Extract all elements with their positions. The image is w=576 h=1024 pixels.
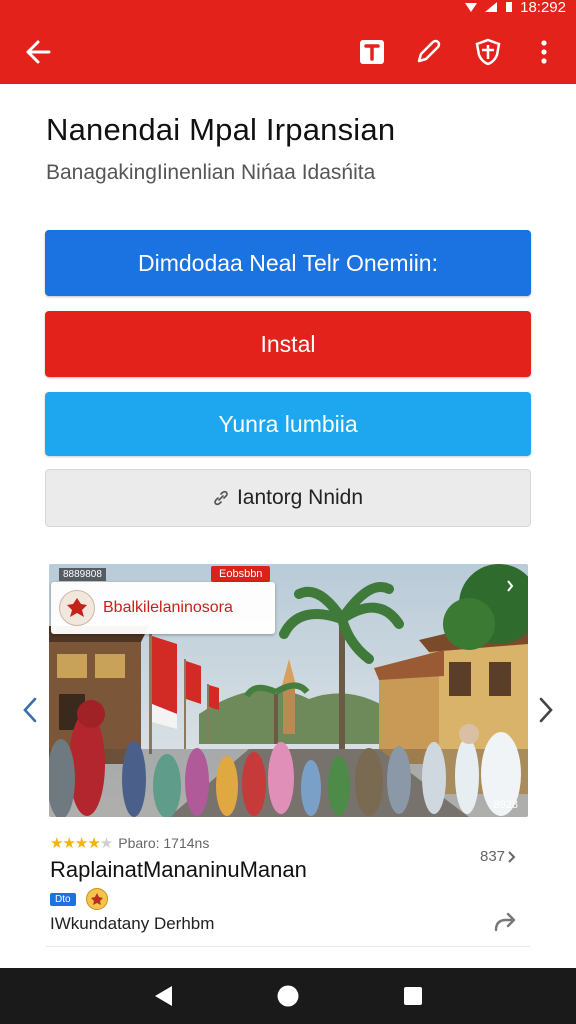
- arrow-back-icon[interactable]: [22, 36, 54, 68]
- carousel-next-button[interactable]: [534, 690, 558, 730]
- home-circle-icon[interactable]: [272, 980, 304, 1012]
- install-button[interactable]: Instal: [45, 311, 531, 377]
- rating-row: ★★★★★ Pbaro: 1714ns: [50, 834, 209, 852]
- star-rating: ★★★★★: [50, 835, 113, 852]
- card-title[interactable]: RaplainatMananinuManan: [50, 857, 307, 883]
- chip-row: Dto: [50, 888, 108, 910]
- image-more-icon[interactable]: [502, 578, 518, 594]
- image-counter: 8928: [493, 799, 518, 811]
- featured-image[interactable]: 8889808 Eobsbbn Bbalkilelaninosora 8928: [49, 564, 528, 817]
- status-time: 18:292: [520, 0, 566, 16]
- back-triangle-icon[interactable]: [147, 980, 179, 1012]
- shield-icon[interactable]: [472, 36, 504, 68]
- image-overlay-card[interactable]: Bbalkilelaninosora: [51, 582, 275, 634]
- image-badge-left: 8889808: [59, 568, 106, 581]
- recents-square-icon[interactable]: [397, 980, 429, 1012]
- garuda-logo-icon: [59, 590, 95, 626]
- publisher-logo-icon: [85, 888, 108, 910]
- count-link[interactable]: 837: [480, 848, 517, 865]
- app-screen: 18:292 Nanendai Mpal Irpansian Banagakin…: [0, 0, 576, 1024]
- source-chip: Dto: [50, 892, 76, 906]
- system-nav-bar: [0, 968, 576, 1024]
- divider: [46, 946, 530, 947]
- primary-action-button[interactable]: Dimdodaa Neal Telr Onemiin:: [45, 230, 531, 296]
- count-value: 837: [480, 848, 506, 865]
- text-format-icon[interactable]: [356, 36, 388, 68]
- signal-icon: [485, 2, 498, 12]
- tertiary-action-button[interactable]: Iantorg Nnidn: [45, 469, 531, 527]
- more-vert-icon[interactable]: [528, 36, 560, 68]
- tertiary-action-label: Iantorg Nnidn: [236, 486, 364, 509]
- image-overlay-title: Bbalkilelaninosora: [103, 599, 233, 616]
- wifi-icon: [465, 3, 478, 12]
- battery-icon: [506, 2, 513, 12]
- chevron-right-icon: [508, 850, 516, 863]
- app-bar: 18:292: [0, 0, 576, 84]
- page-subtitle: BanagakingIinenlian Nińaa Idasńita: [46, 161, 376, 184]
- rating-text: Pbaro: 1714ns: [118, 835, 210, 851]
- pencil-icon[interactable]: [412, 36, 444, 68]
- carousel-prev-button[interactable]: [18, 690, 42, 730]
- status-bar: 18:292: [464, 0, 566, 16]
- author-name: IWkundatany Derhbm: [50, 914, 215, 933]
- secondary-action-button[interactable]: Yunra lumbiia: [45, 392, 531, 456]
- share-icon[interactable]: [492, 910, 520, 934]
- link-icon: [214, 490, 228, 506]
- image-badge-right: Eobsbbn: [211, 566, 271, 582]
- page-title: Nanendai Mpal Irpansian: [46, 112, 396, 147]
